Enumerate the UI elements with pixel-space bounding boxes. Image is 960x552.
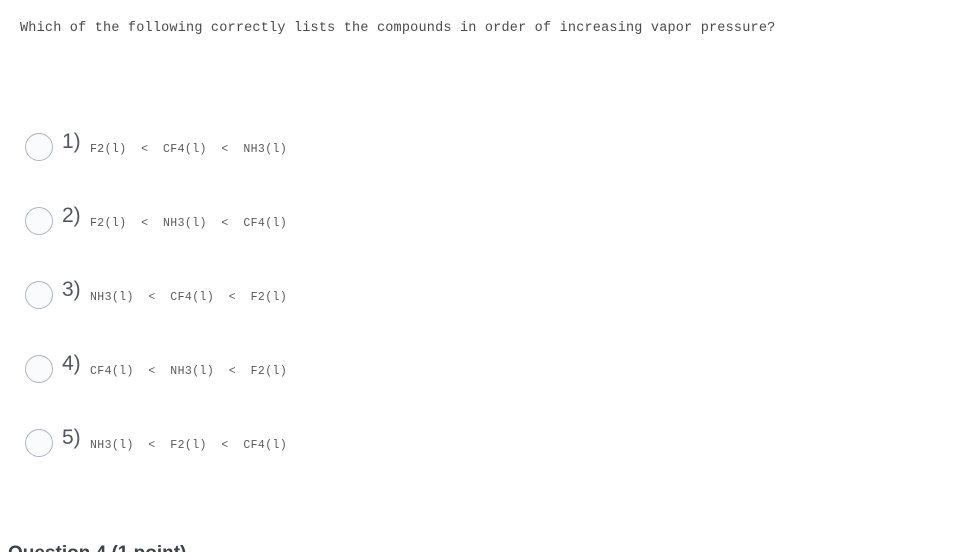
option-text-1: F2(l) < CF4(l) < NH3(l) bbox=[90, 143, 288, 156]
question-prompt-text: Which of the following correctly lists t… bbox=[20, 21, 776, 36]
radio-button-3[interactable] bbox=[25, 281, 53, 309]
answer-options-list: 1) F2(l) < CF4(l) < NH3(l) 2) F2(l) < NH… bbox=[0, 126, 960, 496]
option-number-2: 2) bbox=[62, 204, 81, 227]
radio-button-1[interactable] bbox=[25, 133, 53, 161]
answer-option-4[interactable]: 4) CF4(l) < NH3(l) < F2(l) bbox=[0, 348, 960, 422]
option-text-3: NH3(l) < CF4(l) < F2(l) bbox=[90, 291, 288, 304]
option-number-1: 1) bbox=[62, 130, 81, 153]
option-text-4: CF4(l) < NH3(l) < F2(l) bbox=[90, 365, 288, 378]
option-number-5: 5) bbox=[62, 426, 81, 449]
option-text-5: NH3(l) < F2(l) < CF4(l) bbox=[90, 439, 288, 452]
option-number-3: 3) bbox=[62, 278, 81, 301]
answer-option-2[interactable]: 2) F2(l) < NH3(l) < CF4(l) bbox=[0, 200, 960, 274]
answer-option-5[interactable]: 5) NH3(l) < F2(l) < CF4(l) bbox=[0, 422, 960, 496]
answer-option-1[interactable]: 1) F2(l) < CF4(l) < NH3(l) bbox=[0, 126, 960, 200]
next-question-heading: Question 4 (1 point) bbox=[8, 543, 408, 552]
radio-button-5[interactable] bbox=[25, 429, 53, 457]
option-number-4: 4) bbox=[62, 352, 81, 375]
answer-option-3[interactable]: 3) NH3(l) < CF4(l) < F2(l) bbox=[0, 274, 960, 348]
option-text-2: F2(l) < NH3(l) < CF4(l) bbox=[90, 217, 288, 230]
radio-button-2[interactable] bbox=[25, 207, 53, 235]
radio-button-4[interactable] bbox=[25, 355, 53, 383]
